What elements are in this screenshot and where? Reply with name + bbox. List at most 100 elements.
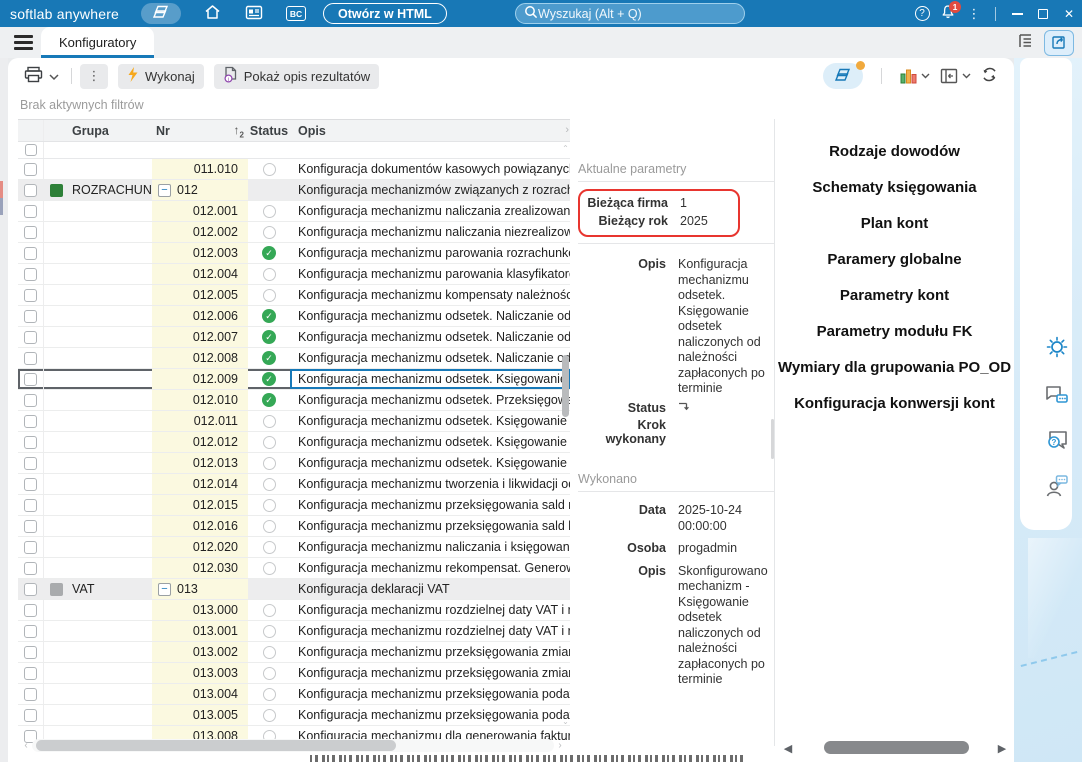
select-all-checkbox[interactable] [24,144,37,156]
table-row[interactable]: 013.000 Konfiguracja mechanizmu rozdzieln… [18,600,570,621]
refresh-button[interactable] [981,66,998,86]
panel-link[interactable]: Konfiguracja konwersji kont [775,393,1014,415]
overflow-menu-button[interactable]: ⋮ [961,0,987,27]
tab-konfiguratory[interactable]: Konfiguratory [41,27,155,58]
row-checkbox[interactable] [24,183,37,197]
chart-view-button[interactable] [900,68,930,84]
search-input[interactable] [538,6,718,21]
row-checkbox[interactable] [24,372,37,386]
bc-module-button[interactable]: BC [285,3,307,25]
table-row[interactable]: ROZRACHUNKI−012 Konfiguracja mechanizmów … [18,180,570,201]
scroll-right-icon[interactable]: › [554,740,566,751]
panel-link[interactable]: Plan kont [775,213,1014,235]
table-row[interactable]: 013.003 Konfiguracja mechanizmu przeksięg… [18,663,570,684]
table-row[interactable]: 012.008 ✓ Konfiguracja mechanizmu odsetek.… [18,348,570,369]
menu-button[interactable] [14,35,33,50]
scroll-up-icon[interactable]: ⌃ [561,144,570,153]
panel-link[interactable]: Wymiary dla grupowania PO_OD [775,357,1014,379]
window-close-button[interactable]: ✕ [1056,0,1082,27]
panel-link[interactable]: Paramery globalne [775,249,1014,271]
window-maximize-button[interactable] [1030,0,1056,27]
table-row[interactable]: 012.030 Konfiguracja mechanizmu rekompens… [18,558,570,579]
row-checkbox[interactable] [24,456,37,470]
row-checkbox[interactable] [24,393,37,407]
header-nr[interactable]: Nr ↑2 [152,120,248,141]
row-checkbox[interactable] [24,498,37,512]
header-grupa[interactable]: Grupa [68,120,152,141]
help-chat-button[interactable]: ? [1044,429,1070,455]
news-button[interactable] [243,3,265,25]
table-horizontal-scrollbar[interactable]: ‹ › [20,738,566,753]
row-checkbox[interactable] [24,666,37,680]
side-panel-button[interactable] [940,68,971,84]
table-vertical-scrollbar[interactable]: ⌃ ⌄ [561,144,570,740]
table-row[interactable]: 012.005 Konfiguracja mechanizmu kompensat… [18,285,570,306]
links-horizontal-scrollbar[interactable]: ◀ ▶ [780,740,1010,756]
panel-link[interactable]: Parametry kont [775,285,1014,307]
table-scroll-thumb[interactable] [36,740,396,751]
row-checkbox[interactable] [24,162,37,176]
table-row[interactable]: 013.002 Konfiguracja mechanizmu przeksięg… [18,642,570,663]
header-opis[interactable]: Opis [290,120,570,141]
row-checkbox[interactable] [24,540,37,554]
notifications-button[interactable]: 1 [935,0,961,27]
panel-link[interactable]: Parametry modułu FK [775,321,1014,343]
table-row[interactable]: 012.020 Konfiguracja mechanizmu naliczani… [18,537,570,558]
scroll-left-icon[interactable]: ◀ [780,742,796,755]
table-row[interactable]: 012.013 Konfiguracja mechanizmu odsetek. … [18,453,570,474]
table-row[interactable]: 012.014 Konfiguracja mechanizmu tworzenia… [18,474,570,495]
expand-column-chevron-icon[interactable]: › [565,124,569,136]
collapse-toggle-icon[interactable]: − [158,183,171,197]
table-row[interactable]: 011.010 Konfiguracja dokumentów kasowych … [18,159,570,180]
home-button[interactable] [201,3,223,25]
row-checkbox[interactable] [24,687,37,701]
table-row[interactable]: 013.005 Konfiguracja mechanizmu przeksięg… [18,705,570,726]
table-row[interactable]: 012.009 ✓ Konfiguracja mechanizmu odsetek.… [18,369,570,390]
row-checkbox[interactable] [24,435,37,449]
panel-link[interactable]: Rodzaje dowodów [775,141,1014,163]
row-checkbox[interactable] [24,414,37,428]
row-checkbox[interactable] [24,225,37,239]
window-minimize-button[interactable] [1004,0,1030,27]
row-checkbox[interactable] [24,288,37,302]
table-row[interactable]: 012.004 Konfiguracja mechanizmu parowania… [18,264,570,285]
collapse-toggle-icon[interactable]: − [158,582,171,596]
vertical-scroll-thumb[interactable] [562,355,569,417]
print-button[interactable] [20,64,63,89]
row-checkbox[interactable] [24,561,37,575]
row-checkbox[interactable] [24,267,37,281]
row-checkbox[interactable] [24,330,37,344]
layers-toggle-button[interactable] [823,61,865,89]
show-results-button[interactable]: i Pokaż opis rezultatów [213,63,380,89]
row-checkbox[interactable] [24,603,37,617]
feedback-button[interactable] [1044,383,1070,409]
open-in-html-button[interactable]: Otwórz w HTML [323,3,447,24]
row-checkbox[interactable] [24,309,37,323]
table-row[interactable]: 013.004 Konfiguracja mechanizmu przeksięg… [18,684,570,705]
table-row[interactable]: 012.007 ✓ Konfiguracja mechanizmu odsetek.… [18,327,570,348]
table-row[interactable]: 012.002 Konfiguracja mechanizmu naliczani… [18,222,570,243]
table-row[interactable]: 012.011 Konfiguracja mechanizmu odsetek. … [18,411,570,432]
table-row[interactable]: 012.012 Konfiguracja mechanizmu odsetek. … [18,432,570,453]
scroll-right-icon[interactable]: ▶ [994,742,1010,755]
panel-link[interactable]: Schematy księgowania [775,177,1014,199]
row-checkbox[interactable] [24,582,37,596]
help-button[interactable]: ? [909,0,935,27]
table-row[interactable]: 012.015 Konfiguracja mechanizmu przeksięg… [18,495,570,516]
row-checkbox[interactable] [24,204,37,218]
scroll-down-icon[interactable]: ⌄ [561,717,570,726]
row-checkbox[interactable] [24,645,37,659]
tree-view-button[interactable] [1016,32,1036,53]
table-row[interactable]: 012.006 ✓ Konfiguracja mechanizmu odsetek.… [18,306,570,327]
table-row[interactable]: 012.003 ✓ Konfiguracja mechanizmu parowani… [18,243,570,264]
contact-button[interactable] [1044,474,1070,500]
links-scroll-thumb[interactable] [824,741,969,754]
table-row[interactable]: 012.016 Konfiguracja mechanizmu przeksięg… [18,516,570,537]
header-status[interactable]: Status [248,120,290,141]
table-row[interactable]: VAT −013 Konfiguracja deklaracji VAT [18,579,570,600]
execute-button[interactable]: Wykonaj [118,63,204,89]
row-checkbox[interactable] [24,246,37,260]
table-row[interactable]: 012.001 Konfiguracja mechanizmu naliczani… [18,201,570,222]
global-search[interactable] [515,3,745,24]
row-checkbox[interactable] [24,624,37,638]
